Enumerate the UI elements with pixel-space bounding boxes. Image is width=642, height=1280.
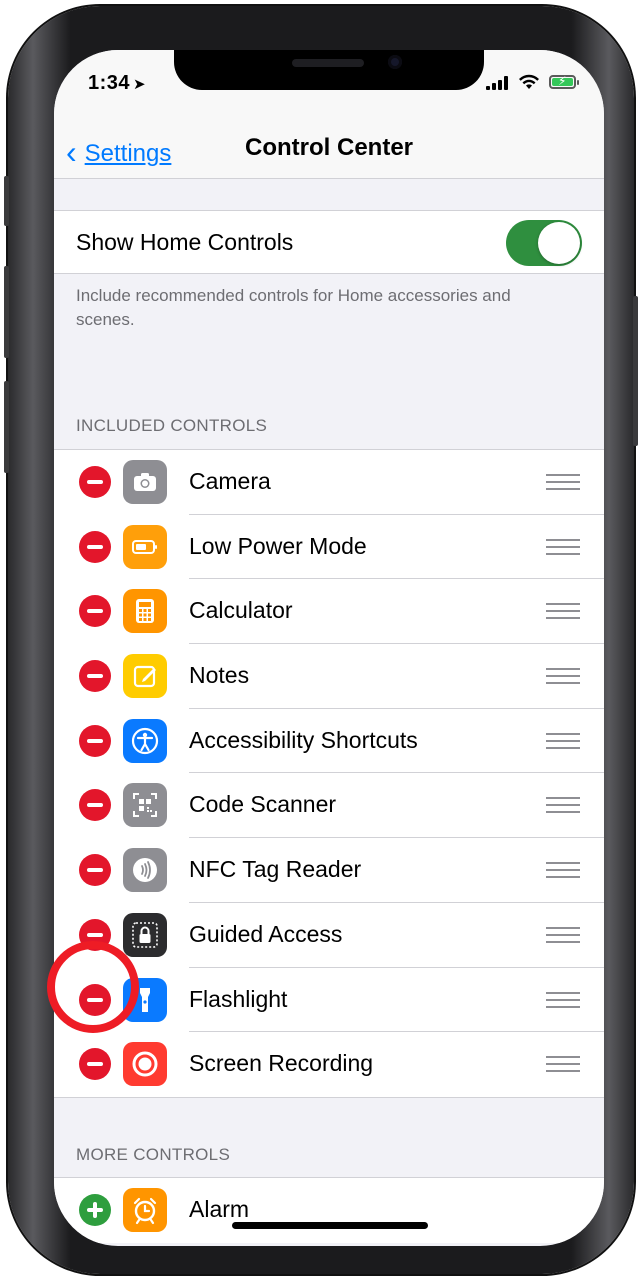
control-row-low-power-mode: Low Power Mode (54, 515, 604, 580)
cellular-signal-icon (486, 76, 508, 90)
control-label: Accessibility Shortcuts (189, 726, 418, 753)
highlight-circle-annotation (47, 941, 139, 1033)
reorder-handle-icon[interactable] (546, 862, 580, 879)
screen: 1:34 ➤ ⚡ ‹ Settings Control Center Show Ho… (54, 50, 604, 1246)
accessibility-icon (123, 718, 167, 763)
control-label: Alarm (189, 1196, 250, 1222)
reorder-handle-icon[interactable] (546, 991, 580, 1008)
remove-low-power-mode-button[interactable] (79, 530, 111, 563)
front-camera (388, 55, 402, 69)
remove-nfc-tag-reader-button[interactable] (79, 854, 111, 887)
show-home-controls-toggle[interactable] (506, 220, 582, 266)
remove-calculator-button[interactable] (79, 595, 111, 628)
control-label: Low Power Mode (189, 532, 367, 559)
control-row-alarm: Alarm (54, 1178, 604, 1243)
notch (174, 50, 484, 90)
reorder-handle-icon[interactable] (546, 538, 580, 555)
remove-screen-recording-button[interactable] (79, 1048, 111, 1081)
nfc-icon (123, 848, 167, 893)
lock-icon (123, 912, 167, 957)
wifi-icon (518, 74, 540, 95)
control-label: Calculator (189, 597, 293, 624)
show-home-controls-label: Show Home Controls (76, 229, 294, 255)
volume-up-button (4, 266, 9, 358)
control-row-accessibility-shortcuts: Accessibility Shortcuts (54, 709, 604, 774)
control-label: Code Scanner (189, 791, 337, 818)
page-title: Control Center (245, 134, 413, 161)
more-controls-header: MORE CONTROLS (76, 1145, 231, 1164)
control-row-guided-access: Guided Access (54, 903, 604, 968)
notes-icon (123, 654, 167, 699)
reorder-handle-icon[interactable] (546, 797, 580, 814)
battery-charging-icon: ⚡ (549, 74, 579, 89)
control-row-code-scanner: Code Scanner (54, 773, 604, 839)
calculator-icon (123, 589, 167, 634)
navigation-bar: ‹ Settings Control Center (54, 120, 604, 179)
remove-accessibility-shortcuts-button[interactable] (79, 724, 111, 757)
reorder-handle-icon[interactable] (546, 1056, 580, 1073)
qr-code-icon (123, 783, 167, 828)
control-row-camera: Camera (54, 450, 604, 515)
camera-icon (123, 460, 167, 504)
control-row-nfc-tag-reader: NFC Tag Reader (54, 838, 604, 903)
location-icon: ➤ (133, 76, 147, 93)
add-alarm-button[interactable] (79, 1194, 111, 1226)
reorder-handle-icon[interactable] (546, 474, 580, 490)
phone-frame: 1:34 ➤ ⚡ ‹ Settings Control Center Show Ho… (4, 6, 638, 1274)
time-text: 1:34 (88, 72, 131, 94)
home-controls-footnote: Include recommended controls for Home ac… (76, 286, 511, 329)
side-button (633, 296, 638, 446)
control-row-notes: Notes (54, 644, 604, 709)
reorder-handle-icon[interactable] (546, 732, 580, 749)
remove-code-scanner-button[interactable] (79, 789, 111, 822)
home-indicator[interactable] (232, 1222, 428, 1229)
control-label: Screen Recording (189, 1050, 374, 1077)
toggle-knob (538, 222, 580, 264)
mute-switch (4, 176, 9, 226)
show-home-controls-row: Show Home Controls (54, 210, 604, 274)
reorder-handle-icon[interactable] (546, 603, 580, 620)
control-label: Notes (189, 662, 250, 689)
control-label: Guided Access (189, 920, 343, 947)
volume-down-button (4, 381, 9, 473)
reorder-handle-icon[interactable] (546, 926, 580, 943)
included-controls-header: INCLUDED CONTROLS (76, 416, 268, 435)
alarm-icon (123, 1188, 167, 1232)
record-icon (123, 1042, 167, 1087)
reorder-handle-icon[interactable] (546, 668, 580, 685)
remove-camera-button[interactable] (79, 466, 111, 498)
control-row-screen-recording: Screen Recording (54, 1032, 604, 1097)
more-controls-list: Alarm (54, 1177, 604, 1243)
home-controls-group: Show Home Controls (54, 210, 604, 274)
control-label: Flashlight (189, 985, 288, 1012)
control-row-calculator: Calculator (54, 579, 604, 645)
control-label: Camera (189, 468, 271, 494)
status-time: 1:34 ➤ (88, 72, 146, 95)
control-label: NFC Tag Reader (189, 856, 362, 883)
battery-icon (123, 524, 167, 569)
remove-notes-button[interactable] (79, 660, 111, 693)
